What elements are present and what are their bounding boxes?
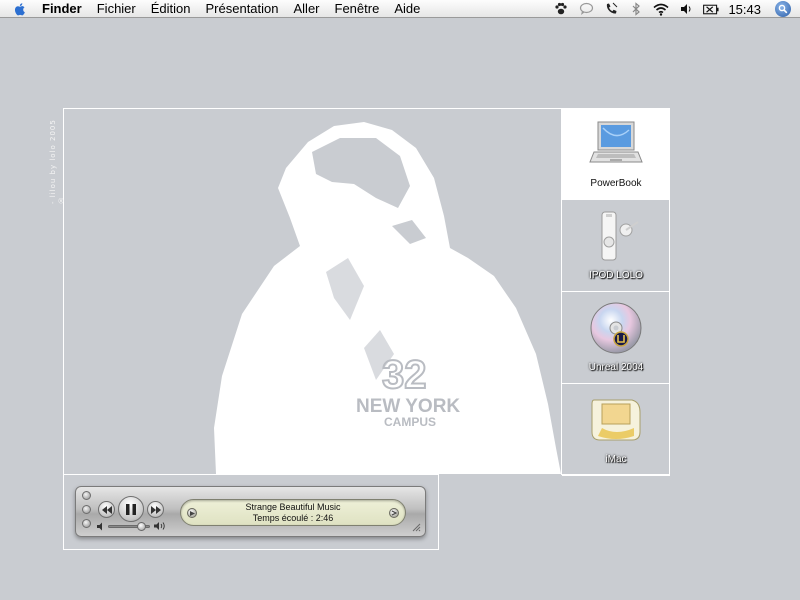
resize-grip-icon[interactable] xyxy=(412,523,421,532)
now-playing-display: Strange Beautiful Music Temps écoulé : 2… xyxy=(180,499,406,526)
desktop-icon-powerbook[interactable]: PowerBook xyxy=(562,108,670,200)
paw-icon[interactable] xyxy=(553,1,569,17)
menu-presentation[interactable]: Présentation xyxy=(206,0,279,18)
track-title: Strange Beautiful Music xyxy=(245,502,341,512)
volume-slider-knob[interactable] xyxy=(137,522,147,531)
desktop-icon-label: PowerBook xyxy=(590,178,642,189)
fast-forward-icon xyxy=(150,505,161,514)
menu-fenetre[interactable]: Fenêtre xyxy=(335,0,380,18)
jersey-line2: CAMPUS xyxy=(384,415,436,429)
jersey-number: 32 xyxy=(382,353,427,397)
speech-bubble-icon[interactable] xyxy=(578,1,594,17)
close-button[interactable] xyxy=(82,491,91,500)
cd-icon xyxy=(590,302,642,354)
snapback-button[interactable] xyxy=(389,508,399,518)
frame-player-right-line xyxy=(438,474,439,550)
volume-icon[interactable] xyxy=(678,1,694,17)
lcd-mode-button[interactable] xyxy=(187,508,197,518)
frame-player-bottom-line xyxy=(63,549,439,550)
ipod-shuffle-icon xyxy=(601,211,639,261)
next-track-button[interactable] xyxy=(147,501,164,518)
snapback-icon xyxy=(391,510,397,516)
phone-icon[interactable] xyxy=(603,1,619,17)
desktop-icon-unreal[interactable]: Unreal 2004 xyxy=(562,292,670,384)
battery-icon[interactable] xyxy=(703,1,720,17)
frame-bottom-line xyxy=(64,474,439,475)
desktop-icon-imac[interactable]: iMac xyxy=(562,384,670,476)
wallpaper-photo: 32 NEW YORK CAMPUS xyxy=(64,108,561,474)
wifi-icon[interactable] xyxy=(653,1,669,17)
wallpaper-credit: - lilou by lolo 2005 ® xyxy=(49,119,65,204)
desktop-icon-ipod[interactable]: IPOD LOLO xyxy=(562,200,670,292)
desktop-icons: PowerBook IPOD LOLO Unreal 2004 iMac xyxy=(562,108,670,476)
rewind-icon xyxy=(101,505,112,514)
menu-clock[interactable]: 15:43 xyxy=(728,2,761,17)
desktop-icon-label: iMac xyxy=(605,454,627,465)
menu-extras: 15:43 xyxy=(553,0,800,18)
minimize-button[interactable] xyxy=(82,505,91,514)
volume-high-icon xyxy=(154,522,165,530)
imac-icon xyxy=(591,399,641,441)
bluetooth-icon[interactable] xyxy=(628,1,644,17)
itunes-mini-player: Strange Beautiful Music Temps écoulé : 2… xyxy=(75,486,426,537)
apple-menu-icon[interactable] xyxy=(12,1,28,17)
desktop-icon-label: Unreal 2004 xyxy=(588,362,644,373)
play-pause-button[interactable] xyxy=(118,496,144,522)
menu-aide[interactable]: Aide xyxy=(394,0,420,18)
menu-finder[interactable]: Finder xyxy=(42,0,82,18)
desktop-icon-label: IPOD LOLO xyxy=(589,270,643,281)
menu-aller[interactable]: Aller xyxy=(294,0,320,18)
jersey-line1: NEW YORK xyxy=(356,396,460,417)
laptop-icon xyxy=(589,121,643,163)
elapsed-time[interactable]: Temps écoulé : 2:46 xyxy=(201,513,385,523)
volume-low-icon xyxy=(97,522,102,531)
menu-edition[interactable]: Édition xyxy=(151,0,191,18)
zoom-button[interactable] xyxy=(82,519,91,528)
pause-icon xyxy=(126,503,136,515)
volume-slider[interactable] xyxy=(108,522,150,531)
play-triangle-icon xyxy=(189,510,195,516)
menu-bar: Finder Fichier Édition Présentation Alle… xyxy=(0,0,800,18)
spotlight-search-icon[interactable] xyxy=(775,1,791,17)
previous-track-button[interactable] xyxy=(98,501,115,518)
menu-fichier[interactable]: Fichier xyxy=(97,0,136,18)
